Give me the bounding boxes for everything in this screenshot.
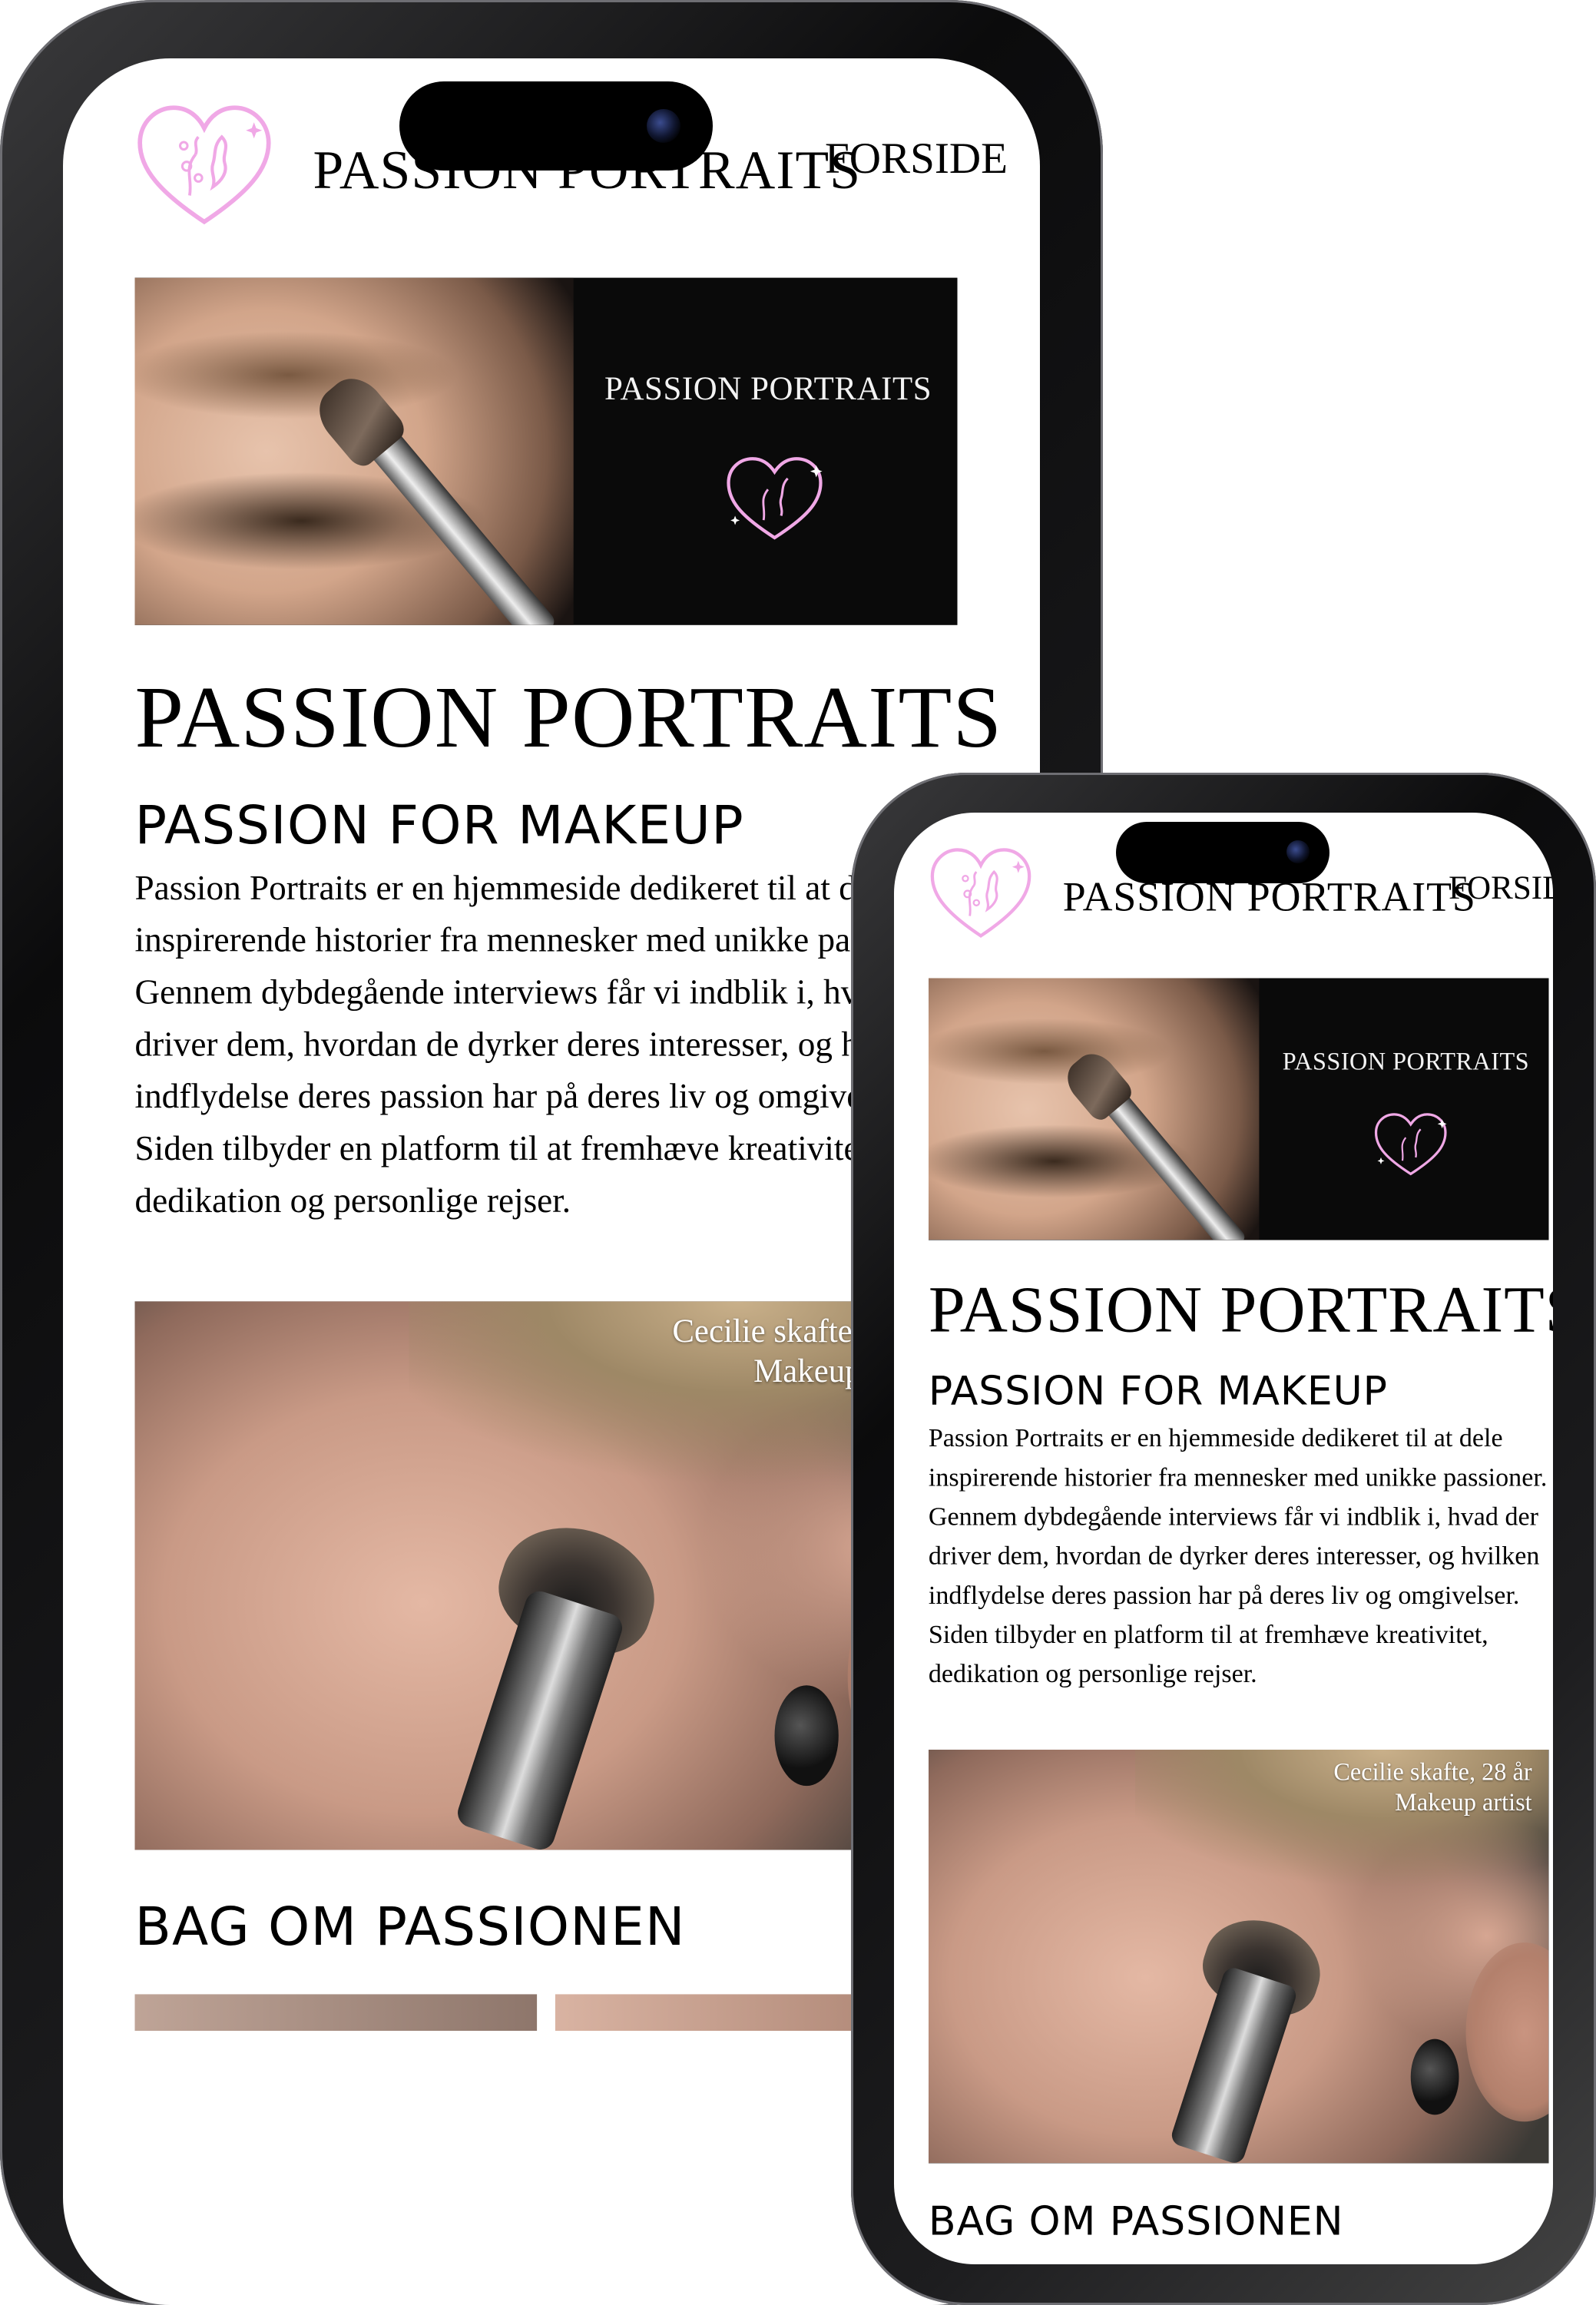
intro-paragraph: Passion Portraits er en hjemmeside dedik… bbox=[134, 869, 956, 1220]
hero-makeup-photo bbox=[134, 277, 574, 625]
hero-heart-logo-icon bbox=[1374, 1113, 1447, 1176]
hero-heart-logo-icon bbox=[727, 457, 823, 540]
page-title: PASSION PORTRAITS bbox=[134, 667, 1003, 767]
small-phone-screen: PASSION PORTRAITS FORSIDE PASSION PORTRA… bbox=[894, 813, 1553, 2264]
nav-forside-link[interactable]: FORSIDE bbox=[1449, 869, 1553, 907]
section-title-passion-for-makeup: PASSION FOR MAKEUP bbox=[134, 793, 744, 856]
heart-face-logo-icon[interactable] bbox=[131, 93, 277, 239]
feature-ear-plug-shape bbox=[774, 1685, 839, 1787]
feature-brush-handle-shape bbox=[1169, 1965, 1299, 2164]
intro-paragraph: Passion Portraits er en hjemmeside dedik… bbox=[928, 1423, 1548, 1689]
section-title-bag-om-passionen: BAG OM PASSIONEN bbox=[928, 2197, 1344, 2244]
hero-overlay-title: PASSION PORTRAITS bbox=[1282, 1047, 1530, 1075]
hero-banner: PASSION PORTRAITS bbox=[928, 978, 1549, 1240]
feature-caption-name: Cecilie skafte, 28 år bbox=[1333, 1757, 1532, 1786]
page-title: PASSION PORTRAITS bbox=[928, 1272, 1553, 1346]
nav-forside-link[interactable]: FORSIDE bbox=[825, 134, 1008, 184]
section-title-passion-for-makeup: PASSION FOR MAKEUP bbox=[928, 1367, 1388, 1415]
hero-makeup-photo bbox=[928, 978, 1260, 1240]
feature-brush-handle-shape bbox=[454, 1587, 626, 1850]
feature-caption-role: Makeup artist bbox=[1395, 1788, 1532, 1817]
large-phone-camera-icon bbox=[647, 109, 680, 143]
small-phone-mockup: PASSION PORTRAITS FORSIDE PASSION PORTRA… bbox=[851, 773, 1596, 2305]
feature-portrait-image[interactable]: Cecilie skafte, 28 år Makeup artist bbox=[134, 1301, 958, 1850]
hero-overlay-title: PASSION PORTRAITS bbox=[604, 369, 932, 407]
small-phone-camera-icon bbox=[1286, 840, 1310, 863]
thumbnail-row bbox=[134, 1994, 958, 2032]
heart-face-logo-icon[interactable] bbox=[925, 839, 1036, 949]
large-phone-dynamic-island bbox=[399, 81, 713, 171]
feature-portrait-image[interactable]: Cecilie skafte, 28 år Makeup artist bbox=[928, 1749, 1549, 2164]
hero-banner: PASSION PORTRAITS bbox=[134, 277, 958, 625]
thumbnail-image[interactable] bbox=[134, 1994, 538, 2032]
small-phone-dynamic-island bbox=[1116, 822, 1329, 883]
feature-ear-plug-shape bbox=[1410, 2038, 1459, 2115]
feature-caption: Cecilie skafte, 28 år Makeup artist bbox=[1333, 1757, 1531, 1817]
section-title-bag-om-passionen: BAG OM PASSIONEN bbox=[134, 1895, 686, 1958]
feature-ear-shape bbox=[1465, 1942, 1549, 2122]
